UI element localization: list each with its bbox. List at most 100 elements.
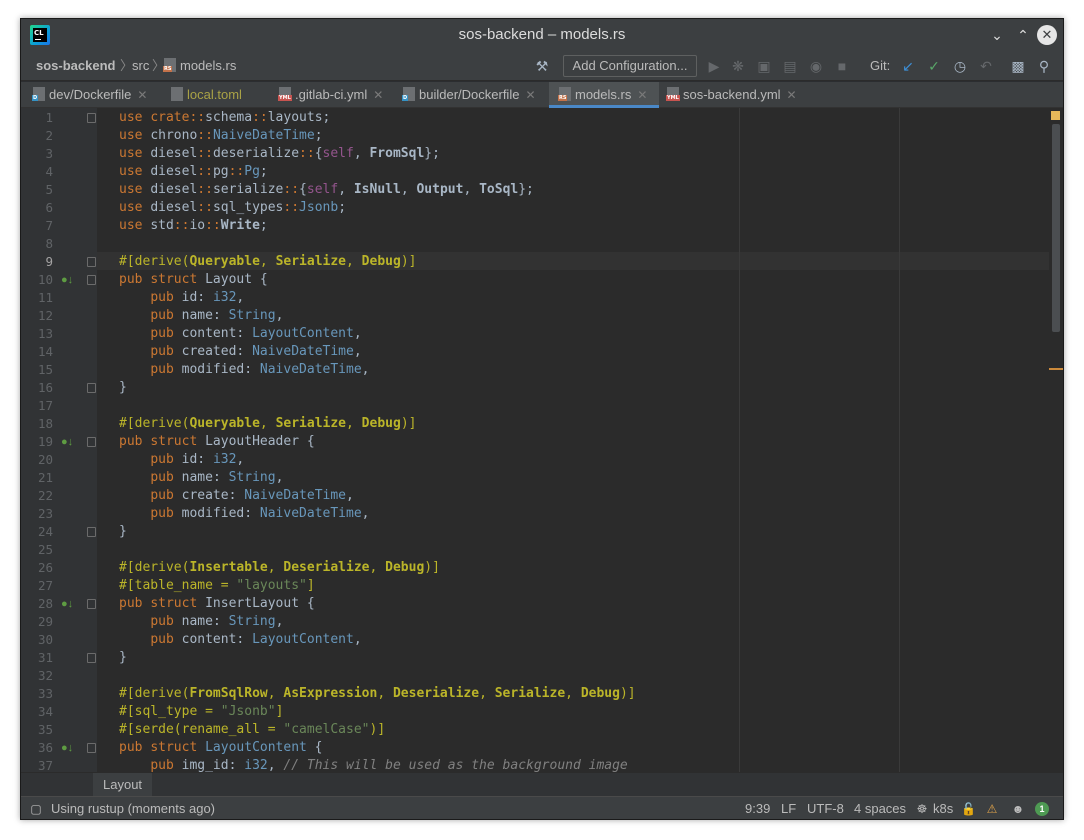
code-line[interactable]: pub name: String, [97,613,1049,631]
hector-icon[interactable]: ☻ [1011,802,1025,816]
close-tab-icon[interactable]: ✕ [525,88,535,102]
close-window-icon[interactable]: ✕ [1037,25,1057,45]
fold-marker-icon[interactable] [87,653,96,663]
code-line[interactable]: #[derive(Insertable, Deserialize, Debug)… [97,559,1049,577]
terminal-icon[interactable]: ▩ [1009,57,1027,75]
warning-marker-icon[interactable] [1051,111,1060,120]
code-line[interactable]: pub created: NaiveDateTime, [97,343,1049,361]
search-icon[interactable]: ⚲ [1035,57,1053,75]
tab-sos-backend-yml[interactable]: YML sos-backend.yml ✕ [666,82,797,108]
implemented-traits-icon[interactable]: ●↓ [61,741,77,755]
tab-gitlab-ci[interactable]: YML .gitlab-ci.yml ✕ [278,82,383,108]
code-line[interactable]: pub img_id: i32, // This will be used as… [97,757,1049,772]
warning-stripe[interactable] [1049,368,1063,370]
line-separator[interactable]: LF [781,797,796,819]
code-editor[interactable]: 1 2 3 4 5 6 7 8 9 10 ●↓ 11 12 13 14 15 16 17 18 19 ●↓ 20 21 22 2… [21,108,1063,773]
indent-setting[interactable]: 4 spaces [854,797,906,819]
git-commit-icon[interactable]: ✓ [925,57,943,75]
breadcrumb-layout[interactable]: Layout [93,773,153,797]
close-tab-icon[interactable]: ✕ [787,88,797,102]
tab-local-toml[interactable]: local.toml [171,82,242,108]
fold-marker-icon[interactable] [87,743,96,753]
implemented-traits-icon[interactable]: ●↓ [61,273,77,287]
fold-marker-icon[interactable] [87,527,96,537]
implemented-traits-icon[interactable]: ●↓ [61,435,77,449]
fold-marker-icon[interactable] [87,437,96,447]
stop-icon[interactable]: ■ [833,57,851,75]
implemented-traits-icon[interactable]: ●↓ [61,597,77,611]
close-tab-icon[interactable]: ✕ [373,88,383,102]
code-line[interactable]: } [97,649,1049,667]
fold-marker-icon[interactable] [87,599,96,609]
code-line[interactable]: pub struct InsertLayout { [97,595,1049,613]
inspection-warning-icon[interactable]: ⚠ [985,802,999,816]
debug-icon[interactable]: ❋ [729,57,747,75]
code-line[interactable]: pub content: LayoutContent, [97,325,1049,343]
code-line[interactable]: pub modified: NaiveDateTime, [97,505,1049,523]
attach-icon[interactable]: ◉ [807,57,825,75]
caret-position[interactable]: 9:39 [745,797,770,819]
code-line[interactable]: } [97,379,1049,397]
code-line[interactable]: #[derive(Queryable, Serialize, Debug)] [97,415,1049,433]
breadcrumb-folder[interactable]: src [132,51,149,81]
code-line[interactable] [97,541,1049,559]
code-line[interactable]: pub create: NaiveDateTime, [97,487,1049,505]
fold-marker-icon[interactable] [87,383,96,393]
code-line[interactable] [97,235,1049,253]
lock-icon[interactable]: 🔓 [961,802,976,816]
k8s-context[interactable]: k8s [933,797,953,819]
code-line[interactable]: pub struct LayoutContent { [97,739,1049,757]
code-line[interactable]: use diesel::pg::Pg; [97,163,1049,181]
close-tab-icon[interactable]: ✕ [637,88,647,102]
code-area[interactable]: use crate::schema::layouts; use chrono::N… [97,108,1049,772]
fold-marker-icon[interactable] [87,257,96,267]
maximize-icon[interactable]: ⌃ [1013,25,1033,45]
code-line[interactable]: pub id: i32, [97,289,1049,307]
code-line[interactable]: #[derive(FromSqlRow, AsExpression, Deser… [97,685,1049,703]
git-history-icon[interactable]: ◷ [951,57,969,75]
breadcrumb-file[interactable]: RS models.rs [163,51,236,81]
status-message[interactable]: Using rustup (moments ago) [51,797,215,819]
code-line[interactable]: use diesel::serialize::{self, IsNull, Ou… [97,181,1049,199]
code-line[interactable]: } [97,523,1049,541]
kubernetes-icon[interactable]: ☸ [915,802,929,816]
fold-marker-icon[interactable] [87,275,96,285]
scroll-thumb[interactable] [1052,124,1060,332]
code-line[interactable] [97,667,1049,685]
close-tab-icon[interactable]: ✕ [137,88,147,102]
code-line[interactable]: #[table_name = "layouts"] [97,577,1049,595]
run-icon[interactable]: ▶ [705,57,723,75]
code-line[interactable]: pub struct Layout { [97,271,1049,289]
notifications-badge[interactable]: 1 [1035,802,1049,816]
code-line[interactable]: pub id: i32, [97,451,1049,469]
tab-builder-dockerfile[interactable]: Dbuilder/Dockerfile ✕ [402,82,536,108]
code-line[interactable]: #[sql_type = "Jsonb"] [97,703,1049,721]
profile-icon[interactable]: ▤ [781,57,799,75]
tab-dev-dockerfile[interactable]: Ddev/Dockerfile ✕ [32,82,147,108]
build-hammer-icon[interactable]: ⚒ [533,57,551,75]
code-line[interactable]: #[derive(Queryable, Serialize, Debug)] [97,253,1049,271]
git-rollback-icon[interactable]: ↶ [977,57,995,75]
code-line[interactable]: use chrono::NaiveDateTime; [97,127,1049,145]
code-line[interactable]: use diesel::deserialize::{self, FromSql}… [97,145,1049,163]
code-line[interactable]: use diesel::sql_types::Jsonb; [97,199,1049,217]
tool-windows-icon[interactable]: ▢ [29,802,43,816]
code-line[interactable] [97,397,1049,415]
code-line[interactable]: pub name: String, [97,469,1049,487]
code-line[interactable]: pub content: LayoutContent, [97,631,1049,649]
breadcrumb-project[interactable]: sos-backend [36,51,115,81]
code-line[interactable]: use std::io::Write; [97,217,1049,235]
git-update-icon[interactable]: ↙ [899,57,917,75]
code-line[interactable]: #[serde(rename_all = "camelCase")] [97,721,1049,739]
fold-marker-icon[interactable] [87,113,96,123]
file-encoding[interactable]: UTF-8 [807,797,844,819]
code-line[interactable]: pub name: String, [97,307,1049,325]
tab-models-rs[interactable]: RS models.rs ✕ [549,82,659,108]
code-line[interactable]: pub modified: NaiveDateTime, [97,361,1049,379]
vertical-scrollbar[interactable] [1049,108,1063,772]
add-configuration-button[interactable]: Add Configuration... [563,55,697,77]
minimize-icon[interactable]: ⌄ [987,25,1007,45]
code-line[interactable]: pub struct LayoutHeader { [97,433,1049,451]
code-line[interactable]: use crate::schema::layouts; [97,109,1049,127]
run-with-coverage-icon[interactable]: ▣ [755,57,773,75]
